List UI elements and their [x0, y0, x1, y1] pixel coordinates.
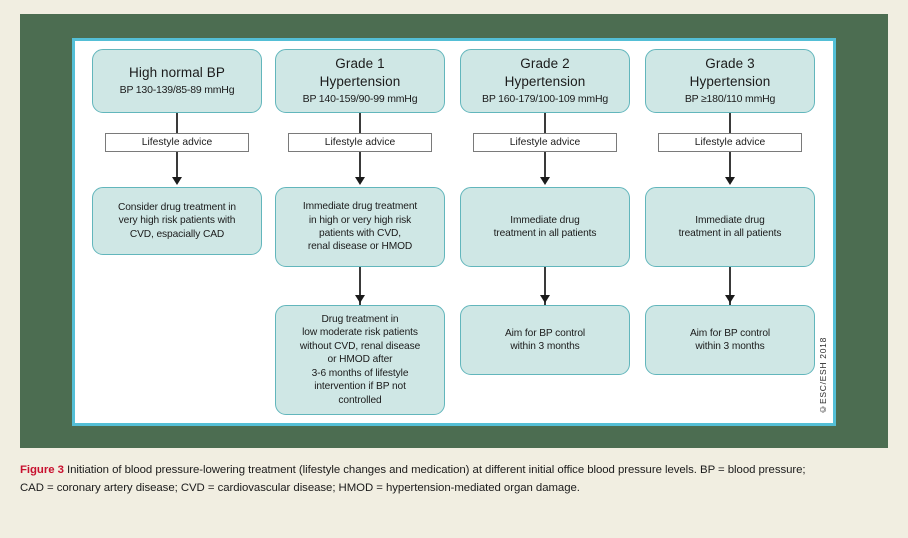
- header-subtitle: BP 140-159/90-99 mmHg: [302, 92, 418, 105]
- box-immediate-drug-treatment-all: Immediate drug treatment in all patients: [645, 187, 815, 267]
- header-subtitle: BP 160-179/100-109 mmHg: [482, 92, 608, 105]
- arrowhead-to-box1: [725, 177, 735, 185]
- lifestyle-advice-box: Lifestyle advice: [105, 133, 249, 152]
- box-line: 3-6 months of lifestyle: [311, 367, 409, 379]
- header-title-line1: Grade 3: [705, 56, 755, 72]
- header-box-grade-1: Grade 1 Hypertension BP 140-159/90-99 mm…: [275, 49, 445, 113]
- header-box-grade-3: Grade 3 Hypertension BP ≥180/110 mmHg: [645, 49, 815, 113]
- arrowhead-to-box2: [540, 295, 550, 303]
- box-immediate-drug-treatment-all: Immediate drug treatment in all patients: [460, 187, 630, 267]
- box-line: CVD, espacially CAD: [129, 228, 225, 240]
- connector-header-to-advice: [359, 113, 361, 133]
- box-line: Aim for BP control: [689, 327, 771, 339]
- connector-advice-to-box1: [359, 152, 361, 180]
- connector-header-to-advice: [176, 113, 178, 133]
- arrowhead-to-box1: [172, 177, 182, 185]
- lifestyle-advice-box: Lifestyle advice: [288, 133, 432, 152]
- connector-header-to-advice: [544, 113, 546, 133]
- header-title-line1: Grade 1: [335, 56, 385, 72]
- box-line: treatment in all patients: [493, 228, 597, 239]
- box-line: Immediate drug: [695, 214, 765, 226]
- connector-header-to-advice: [729, 113, 731, 133]
- box-line: intervention if BP not: [314, 381, 406, 393]
- box-line: without CVD, renal disease: [299, 340, 421, 352]
- lifestyle-advice-box: Lifestyle advice: [473, 133, 617, 152]
- figure-page: High normal BP BP 130-139/85-89 mmHg Lif…: [0, 0, 908, 538]
- box-line: in high or very high risk: [308, 214, 412, 226]
- header-title-line2: Hypertension: [504, 74, 586, 90]
- box-line: Consider drug treatment in: [117, 201, 236, 213]
- box-line: Immediate drug: [510, 214, 580, 226]
- copyright-watermark: ©ESC/ESH 2018: [818, 337, 828, 415]
- box-immediate-drug-treatment-high-risk: Immediate drug treatment in high or very…: [275, 187, 445, 267]
- arrowhead-to-box1: [540, 177, 550, 185]
- caption-text-line1: Initiation of blood pressure-lowering tr…: [67, 464, 725, 476]
- box-line: within 3 months: [510, 341, 580, 352]
- connector-advice-to-box1: [544, 152, 546, 180]
- box-line: very high risk patients with: [118, 215, 236, 227]
- box-line: treatment in all patients: [678, 228, 782, 239]
- header-box-high-normal-bp: High normal BP BP 130-139/85-89 mmHg: [92, 49, 262, 113]
- figure-label: Figure 3: [20, 464, 64, 476]
- flowchart-panel: High normal BP BP 130-139/85-89 mmHg Lif…: [72, 38, 836, 426]
- box-aim-bp-control: Aim for BP control within 3 months: [645, 305, 815, 375]
- header-title-line2: Hypertension: [689, 74, 771, 90]
- box-drug-treatment-low-moderate-risk: Drug treatment in low moderate risk pati…: [275, 305, 445, 415]
- header-subtitle: BP 130-139/85-89 mmHg: [119, 83, 235, 96]
- arrowhead-to-box2: [725, 295, 735, 303]
- lifestyle-advice-box: Lifestyle advice: [658, 133, 802, 152]
- header-subtitle: BP ≥180/110 mmHg: [684, 92, 776, 105]
- box-line: Drug treatment in: [321, 313, 399, 325]
- box-line: patients with CVD,: [319, 228, 401, 239]
- box-line: controlled: [338, 394, 382, 406]
- arrowhead-to-box1: [355, 177, 365, 185]
- box-consider-drug-treatment: Consider drug treatment in very high ris…: [92, 187, 262, 255]
- box-line: within 3 months: [695, 341, 765, 352]
- header-box-grade-2: Grade 2 Hypertension BP 160-179/100-109 …: [460, 49, 630, 113]
- box-line: renal disease or HMOD: [307, 241, 413, 253]
- header-title-line1: High normal BP: [129, 65, 225, 81]
- figure-caption: Figure 3 Initiation of blood pressure-lo…: [20, 462, 810, 497]
- box-line: Aim for BP control: [504, 327, 586, 339]
- connector-advice-to-box1: [176, 152, 178, 180]
- box-aim-bp-control: Aim for BP control within 3 months: [460, 305, 630, 375]
- box-line: Immediate drug treatment: [302, 201, 418, 213]
- connector-advice-to-box1: [729, 152, 731, 180]
- arrowhead-to-box2: [355, 295, 365, 303]
- header-title-line1: Grade 2: [520, 56, 570, 72]
- box-line: or HMOD after: [327, 354, 393, 366]
- box-line: low moderate risk patients: [302, 327, 418, 339]
- header-title-line2: Hypertension: [319, 74, 401, 90]
